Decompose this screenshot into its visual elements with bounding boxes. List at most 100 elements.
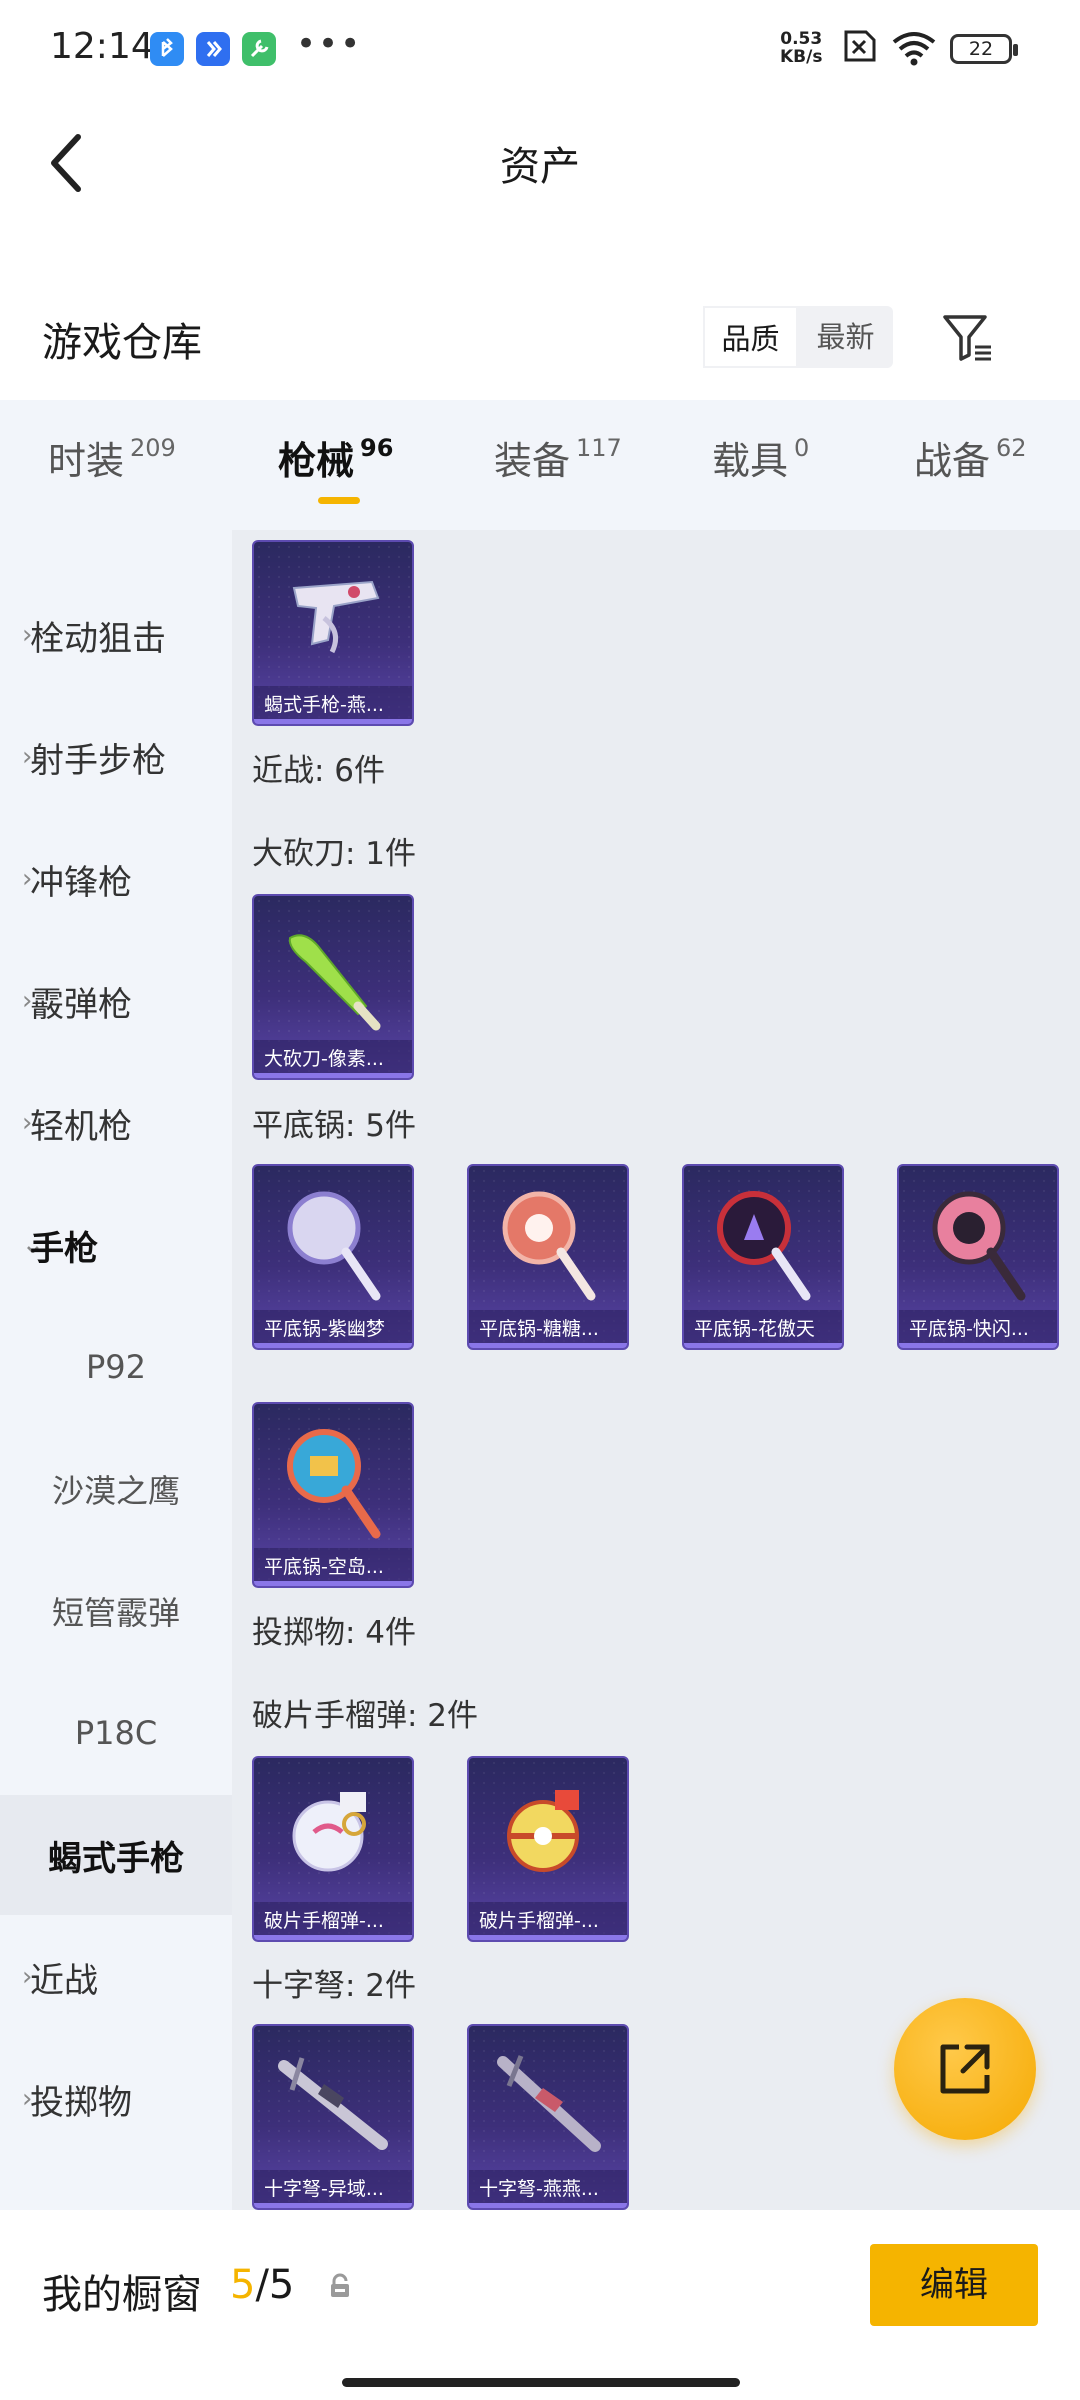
crossbow-skin-icon xyxy=(497,2055,601,2152)
chevron-right-icon: › xyxy=(22,1962,33,1992)
item-card[interactable]: 平底锅-快闪... xyxy=(897,1164,1059,1350)
sidebar-item-melee[interactable]: › 近战 xyxy=(0,1917,232,2037)
pan-skin-icon xyxy=(932,1191,1026,1301)
item-card[interactable]: 平底锅-花傲天 xyxy=(682,1164,844,1350)
chevron-right-icon: › xyxy=(22,864,33,894)
item-card[interactable]: 破片手榴弹-... xyxy=(252,1756,414,1942)
item-card[interactable]: 平底锅-糖糖... xyxy=(467,1164,629,1350)
sidebar-subitem-sawed-off[interactable]: 短管霰弹 xyxy=(0,1551,232,1671)
rarity-bar xyxy=(899,1343,1057,1348)
tab-label: 装备 xyxy=(494,439,571,483)
tab-count: 62 xyxy=(996,434,1027,462)
tab-count: 0 xyxy=(794,434,810,462)
battery-level: 22 xyxy=(968,38,994,60)
share-button[interactable] xyxy=(894,1998,1036,2140)
tab-count: 117 xyxy=(576,434,622,462)
status-bar: 12:14 ••• 0.53 KB/s 22 xyxy=(0,0,1080,96)
tab-fashion[interactable]: 时装 209 xyxy=(48,430,176,500)
sidebar-subitem-p18c[interactable]: P18C xyxy=(0,1673,232,1793)
showcase-bar: 我的橱窗 5/5 编辑 xyxy=(0,2210,1080,2400)
share-icon xyxy=(940,2044,990,2094)
sidebar-item-marksman[interactable]: › 射手步枪 xyxy=(0,697,232,817)
chevron-right-icon: › xyxy=(22,1108,33,1138)
item-card[interactable]: 平底锅-紫幽梦 xyxy=(252,1164,414,1350)
chevron-down-icon: ⌄ xyxy=(22,1230,44,1260)
sidebar-item-shotgun[interactable]: › 霰弹枪 xyxy=(0,941,232,1061)
tab-supplies[interactable]: 战备 62 xyxy=(914,430,1027,500)
sidebar-item-lmg[interactable]: › 轻机枪 xyxy=(0,1063,232,1183)
rarity-bar xyxy=(684,1343,842,1348)
tab-count: 96 xyxy=(360,434,394,462)
sort-quality-button[interactable]: 品质 xyxy=(703,306,798,368)
tab-label: 时装 xyxy=(48,439,125,483)
rarity-bar xyxy=(254,2203,412,2208)
item-card[interactable]: 蝎式手枪-燕... xyxy=(252,540,414,726)
item-grid[interactable]: 蝎式手枪-燕... 近战: 6件 大砍刀: 1件 大砍刀-像素... 平底锅: … xyxy=(232,530,1080,2210)
sidebar-item-label: 栓动狙击 xyxy=(30,618,166,659)
sidebar-item-smg[interactable]: › 冲锋枪 xyxy=(0,819,232,939)
rarity-bar xyxy=(469,2203,627,2208)
rarity-bar xyxy=(254,1581,412,1586)
group-label-pan: 平底锅: 5件 xyxy=(252,1108,417,1144)
sidebar-item-pistol[interactable]: ⌄ 手枪 xyxy=(0,1185,232,1305)
rarity-bar xyxy=(254,1935,412,1940)
showcase-count: 5/5 xyxy=(230,2262,294,2308)
sort-newest-button[interactable]: 最新 xyxy=(798,306,893,368)
group-label-throwables: 投掷物: 4件 xyxy=(252,1615,417,1651)
grenade-skin-icon xyxy=(507,1790,579,1872)
more-notifications-icon: ••• xyxy=(296,24,363,64)
tab-label: 载具 xyxy=(712,439,789,483)
edit-button[interactable]: 编辑 xyxy=(870,2244,1038,2326)
battery-icon: 22 xyxy=(950,34,1018,64)
item-card[interactable]: 十字弩-燕燕... xyxy=(467,2024,629,2210)
group-label-melee: 近战: 6件 xyxy=(252,753,386,789)
rarity-bar xyxy=(469,1935,627,1940)
filter-icon xyxy=(943,315,991,361)
home-indicator[interactable] xyxy=(342,2378,740,2387)
item-card[interactable]: 平底锅-空岛... xyxy=(252,1402,414,1588)
item-card[interactable]: 破片手榴弹-... xyxy=(467,1756,629,1942)
sidebar-subitem-p92[interactable]: P92 xyxy=(0,1307,232,1427)
rarity-bar xyxy=(254,719,412,724)
tab-label: 枪械 xyxy=(278,439,355,483)
showcase-count-total: /5 xyxy=(255,2262,295,2308)
app-notification-icon xyxy=(196,32,230,66)
pan-skin-icon xyxy=(717,1191,811,1301)
tab-label: 战备 xyxy=(914,439,991,483)
warehouse-title: 游戏仓库 xyxy=(42,320,202,366)
page-title: 资产 xyxy=(500,144,580,190)
status-time: 12:14 xyxy=(50,26,154,67)
item-card[interactable]: 大砍刀-像素... xyxy=(252,894,414,1080)
bluetooth-icon xyxy=(150,32,184,66)
tab-vehicles[interactable]: 载具 0 xyxy=(712,430,809,500)
sidebar-item-label: 手枪 xyxy=(30,1228,98,1269)
sidebar-item-label: 投掷物 xyxy=(30,2082,132,2123)
pistol-skin-icon xyxy=(292,580,380,654)
network-speed-unit: KB/s xyxy=(780,47,823,67)
category-sidebar[interactable]: › 栓动狙击 › 射手步枪 › 冲锋枪 › 霰弹枪 › 轻机枪 ⌄ 手枪 P92 沙漠之鹰 … xyxy=(0,530,232,2210)
sidebar-subitem-skorpion[interactable]: 蝎式手枪 xyxy=(0,1795,232,1915)
tab-count: 209 xyxy=(130,434,176,462)
pan-skin-icon xyxy=(287,1191,381,1301)
sim-off-icon xyxy=(838,28,878,68)
active-tab-indicator xyxy=(318,497,360,504)
group-label-machete: 大砍刀: 1件 xyxy=(252,836,417,872)
chevron-right-icon: › xyxy=(22,742,33,772)
item-card[interactable]: 十字弩-异域... xyxy=(252,2024,414,2210)
network-speed-value: 0.53 xyxy=(780,29,823,49)
chevron-right-icon: › xyxy=(22,620,33,650)
tab-firearms[interactable]: 枪械 96 xyxy=(278,430,393,500)
sidebar-item-label: 冲锋枪 xyxy=(30,862,132,903)
rarity-bar xyxy=(254,1073,412,1078)
chevron-right-icon: › xyxy=(22,986,33,1016)
sidebar-subitem-desert-eagle[interactable]: 沙漠之鹰 xyxy=(0,1429,232,1549)
sidebar-item-label: 射手步枪 xyxy=(30,740,166,781)
sidebar-item-bolt-action[interactable]: › 栓动狙击 xyxy=(0,575,232,695)
lock-icon xyxy=(326,2272,354,2304)
filter-button[interactable] xyxy=(938,306,998,368)
group-label-frag: 破片手榴弹: 2件 xyxy=(252,1698,479,1734)
wifi-icon xyxy=(890,28,938,72)
category-tabs: 时装 209 枪械 96 装备 117 载具 0 战备 62 xyxy=(0,400,1080,530)
tab-equipment[interactable]: 装备 117 xyxy=(494,430,622,500)
sidebar-item-throwables[interactable]: › 投掷物 xyxy=(0,2039,232,2159)
